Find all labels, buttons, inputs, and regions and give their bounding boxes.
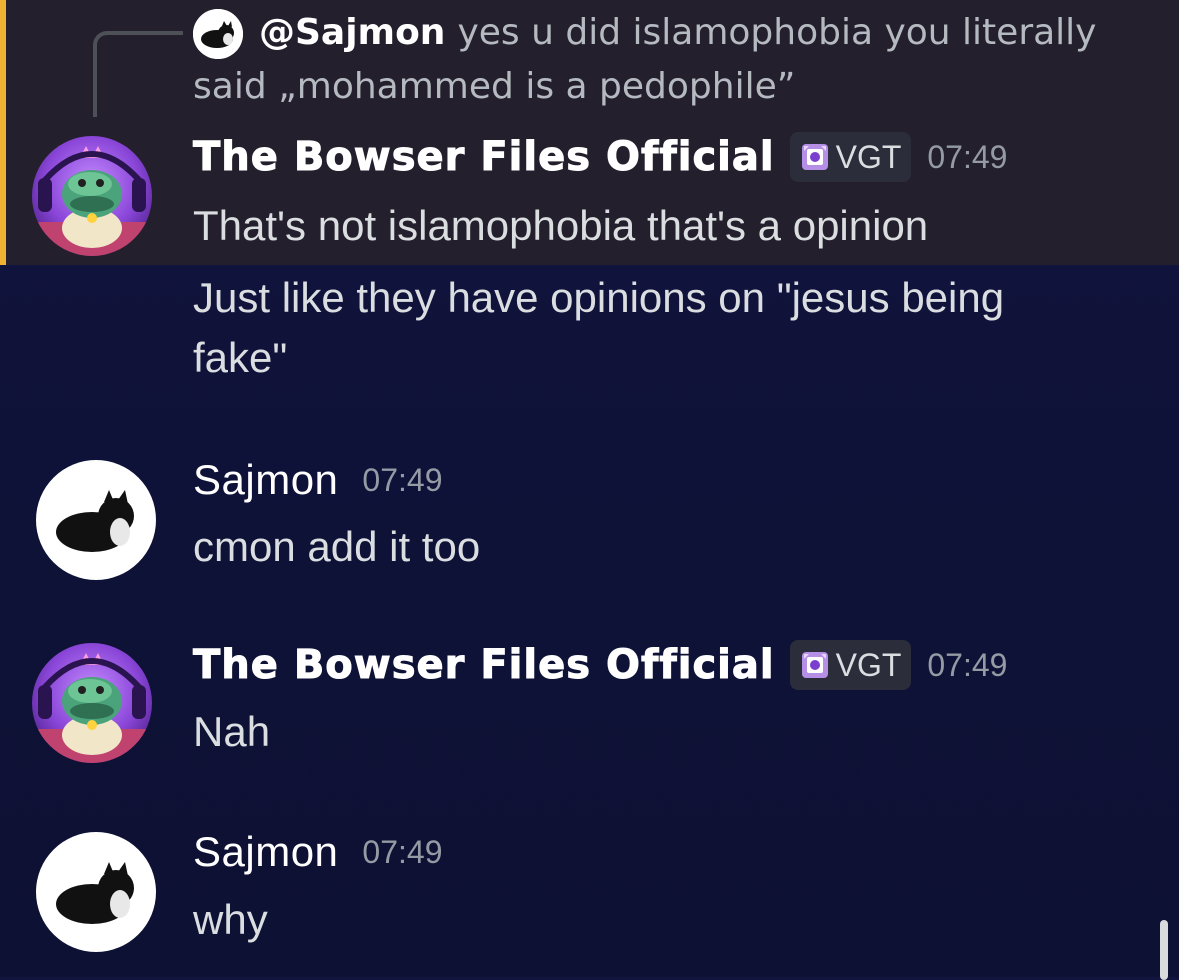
guild-badge-icon bbox=[801, 144, 828, 170]
reply-text-continued: said „mohammed is a pedophile” bbox=[193, 66, 796, 107]
reply-text: yes u did islamophobia you literally bbox=[457, 12, 1097, 53]
reply-connector bbox=[93, 31, 183, 117]
message-header: Sajmon 07:49 bbox=[193, 828, 442, 876]
message-timestamp[interactable]: 07:49 bbox=[362, 462, 442, 499]
author-name[interactable]: The Bowser Files Official bbox=[193, 642, 775, 689]
message-header: The Bowser Files Official VGT 07:49 bbox=[193, 640, 1007, 690]
bowser-avatar[interactable] bbox=[32, 136, 152, 256]
reply-avatar[interactable] bbox=[193, 9, 243, 59]
chat-message-list: @Sajmon yes u did islamophobia you litera… bbox=[0, 0, 1179, 980]
bowser-avatar-image bbox=[32, 136, 152, 256]
message-timestamp[interactable]: 07:49 bbox=[362, 834, 442, 871]
message-text: That's not islamophobia that's a opinion bbox=[193, 202, 929, 249]
message-text: Just like they have opinions on "jesus b… bbox=[193, 274, 1005, 321]
message-text: Nah bbox=[193, 708, 271, 755]
guild-tag-label: VGT bbox=[835, 646, 902, 683]
mention-indicator-bar bbox=[0, 0, 6, 265]
message-text: fake" bbox=[193, 334, 288, 381]
bowser-avatar[interactable] bbox=[32, 643, 152, 763]
cat-avatar-image bbox=[36, 832, 156, 952]
cat-avatar-image bbox=[36, 460, 156, 580]
guild-tag[interactable]: VGT bbox=[789, 132, 912, 182]
message-timestamp[interactable]: 07:49 bbox=[927, 647, 1007, 684]
author-name[interactable]: Sajmon bbox=[193, 456, 338, 504]
guild-tag[interactable]: VGT bbox=[789, 640, 912, 690]
reply-preview[interactable]: @Sajmon yes u did islamophobia you litera… bbox=[259, 8, 1159, 58]
sajmon-avatar[interactable] bbox=[36, 460, 156, 580]
message-text: cmon add it too bbox=[193, 523, 481, 570]
message-header: Sajmon 07:49 bbox=[193, 456, 442, 504]
guild-badge-icon bbox=[801, 652, 828, 678]
author-name[interactable]: The Bowser Files Official bbox=[193, 134, 775, 181]
sajmon-avatar[interactable] bbox=[36, 832, 156, 952]
message-header: The Bowser Files Official VGT 07:49 bbox=[193, 132, 1007, 182]
message-timestamp[interactable]: 07:49 bbox=[927, 139, 1007, 176]
cat-avatar-icon bbox=[193, 9, 243, 59]
scrollbar-thumb[interactable] bbox=[1160, 920, 1168, 980]
bowser-avatar-image bbox=[32, 643, 152, 763]
reply-author[interactable]: @Sajmon bbox=[259, 12, 445, 53]
author-name[interactable]: Sajmon bbox=[193, 828, 338, 876]
guild-tag-label: VGT bbox=[835, 138, 902, 175]
message-text: why bbox=[193, 896, 268, 943]
